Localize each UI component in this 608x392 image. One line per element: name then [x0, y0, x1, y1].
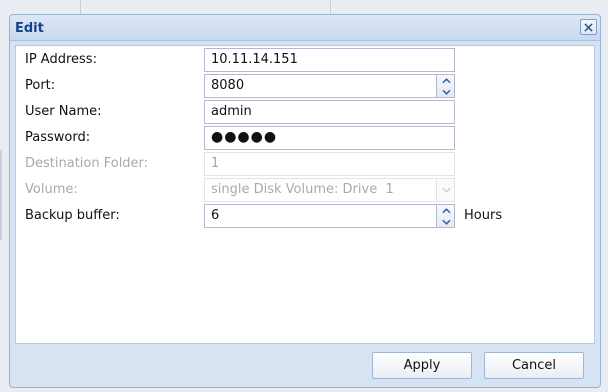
volume-value: single Disk Volume: Drive 1	[211, 182, 394, 197]
background-divider	[330, 0, 331, 14]
password-mask: ●●●●●	[211, 129, 278, 145]
backup-buffer-increment-button[interactable]	[437, 205, 454, 216]
backup-buffer-field[interactable]: 6	[204, 204, 455, 228]
password-field[interactable]: ●●●●●	[204, 126, 455, 150]
port-spinner	[436, 75, 454, 97]
port-increment-button[interactable]	[437, 75, 454, 86]
backup-buffer-unit: Hours	[464, 208, 503, 223]
password-row: Password: ●●●●●	[16, 125, 594, 151]
destination-folder-field: 1	[204, 152, 455, 176]
ip-address-field[interactable]: 10.11.14.151	[204, 48, 455, 72]
port-row: Port: 8080	[16, 73, 594, 99]
volume-select: single Disk Volume: Drive 1	[204, 178, 455, 202]
edit-dialog: Edit IP Address: 10.11.14.151 Port: 8080	[9, 14, 601, 388]
background-divider	[0, 150, 2, 240]
port-field[interactable]: 8080	[204, 74, 455, 98]
backup-buffer-value: 6	[211, 208, 220, 223]
close-icon	[584, 22, 593, 32]
port-value: 8080	[211, 78, 245, 93]
background-divider	[80, 0, 81, 14]
user-name-field[interactable]: admin	[204, 100, 455, 124]
destination-folder-label: Destination Folder:	[25, 156, 149, 171]
dialog-title: Edit	[15, 21, 44, 36]
volume-row: Volume: single Disk Volume: Drive 1	[16, 177, 594, 203]
user-name-label: User Name:	[25, 104, 102, 119]
port-label: Port:	[25, 78, 56, 93]
dialog-titlebar[interactable]: Edit	[10, 15, 600, 41]
chevron-down-icon	[441, 187, 451, 193]
ip-address-row: IP Address: 10.11.14.151	[16, 47, 594, 73]
port-decrement-button[interactable]	[437, 86, 454, 97]
dialog-footer: Apply Cancel	[10, 343, 600, 387]
backup-buffer-row: Backup buffer: 6 Hours	[16, 203, 594, 229]
cancel-button[interactable]: Cancel	[484, 352, 584, 379]
chevron-down-icon	[441, 219, 451, 225]
chevron-down-icon	[441, 89, 451, 95]
volume-label: Volume:	[25, 182, 78, 197]
backup-buffer-label: Backup buffer:	[25, 208, 120, 223]
chevron-up-icon	[441, 77, 451, 83]
backup-buffer-decrement-button[interactable]	[437, 216, 454, 227]
volume-dropdown-trigger	[436, 179, 454, 201]
user-name-row: User Name: admin	[16, 99, 594, 125]
close-button[interactable]	[580, 19, 597, 35]
backup-buffer-spinner	[436, 205, 454, 227]
dialog-body: IP Address: 10.11.14.151 Port: 8080 User…	[15, 45, 595, 344]
chevron-up-icon	[441, 207, 451, 213]
destination-folder-row: Destination Folder: 1	[16, 151, 594, 177]
apply-button[interactable]: Apply	[372, 352, 472, 379]
password-label: Password:	[25, 130, 91, 145]
ip-address-label: IP Address:	[25, 52, 97, 67]
